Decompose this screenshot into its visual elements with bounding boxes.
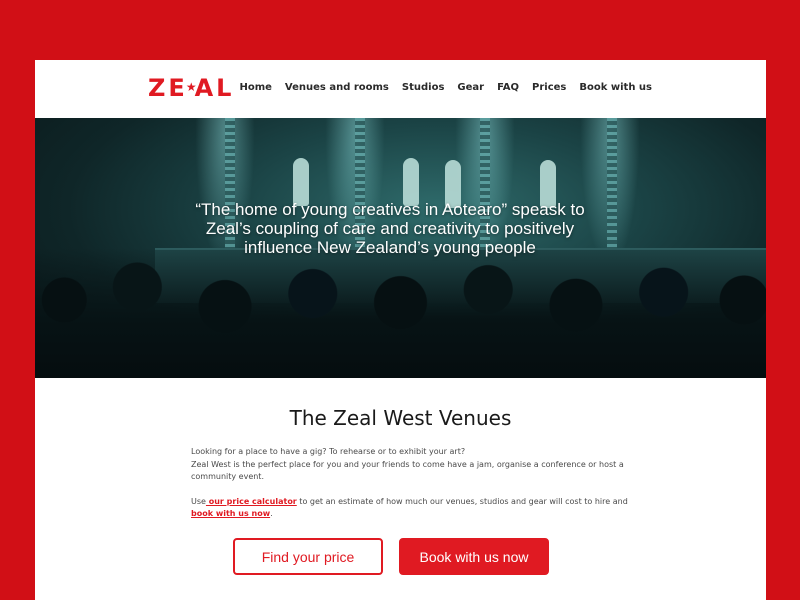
star-icon: ★ — [185, 80, 197, 94]
main-nav: Home Venues and rooms Studios Gear FAQ P… — [226, 82, 652, 93]
nav-book-with-us[interactable]: Book with us — [579, 82, 652, 93]
page-container: Z E ★ AL Home Venues and rooms Studios G… — [35, 60, 766, 600]
page-title: The Zeal West Venues — [289, 406, 512, 430]
dancer-figure — [293, 158, 309, 206]
find-your-price-button[interactable]: Find your price — [233, 538, 383, 575]
intro-paragraph: Looking for a place to have a gig? To re… — [191, 446, 631, 484]
stage-truss — [607, 118, 617, 258]
nav-prices[interactable]: Prices — [532, 82, 566, 93]
dancer-figure — [403, 158, 419, 206]
hero-banner: “The home of young creatives in Aotearo”… — [35, 118, 766, 378]
pricing-paragraph: Use our price calculator to get an estim… — [191, 496, 631, 521]
nav-studios[interactable]: Studios — [402, 82, 445, 93]
book-with-us-now-button[interactable]: Book with us now — [399, 538, 549, 575]
pricing-suffix: . — [270, 509, 273, 518]
hero-quote: “The home of young creatives in Aotearo”… — [195, 200, 585, 257]
nav-gear[interactable]: Gear — [457, 82, 484, 93]
nav-home[interactable]: Home — [239, 82, 271, 93]
site-header: Z E ★ AL Home Venues and rooms Studios G… — [35, 60, 766, 118]
book-with-us-link[interactable]: book with us now — [191, 509, 270, 518]
intro-text: Looking for a place to have a gig? To re… — [191, 446, 631, 533]
price-calculator-link[interactable]: our price calculator — [206, 497, 297, 506]
pricing-middle: to get an estimate of how much our venue… — [296, 496, 628, 506]
intro-line-1: Looking for a place to have a gig? To re… — [191, 447, 466, 456]
nav-faq[interactable]: FAQ — [497, 82, 519, 93]
logo-text-left: Z — [148, 74, 169, 102]
intro-line-2: Zeal West is the perfect place for you a… — [191, 459, 624, 482]
pricing-prefix: Use — [191, 496, 206, 506]
audience-silhouettes — [35, 248, 766, 378]
zeal-logo[interactable]: Z E ★ AL — [148, 76, 234, 100]
nav-venues-and-rooms[interactable]: Venues and rooms — [285, 82, 389, 93]
